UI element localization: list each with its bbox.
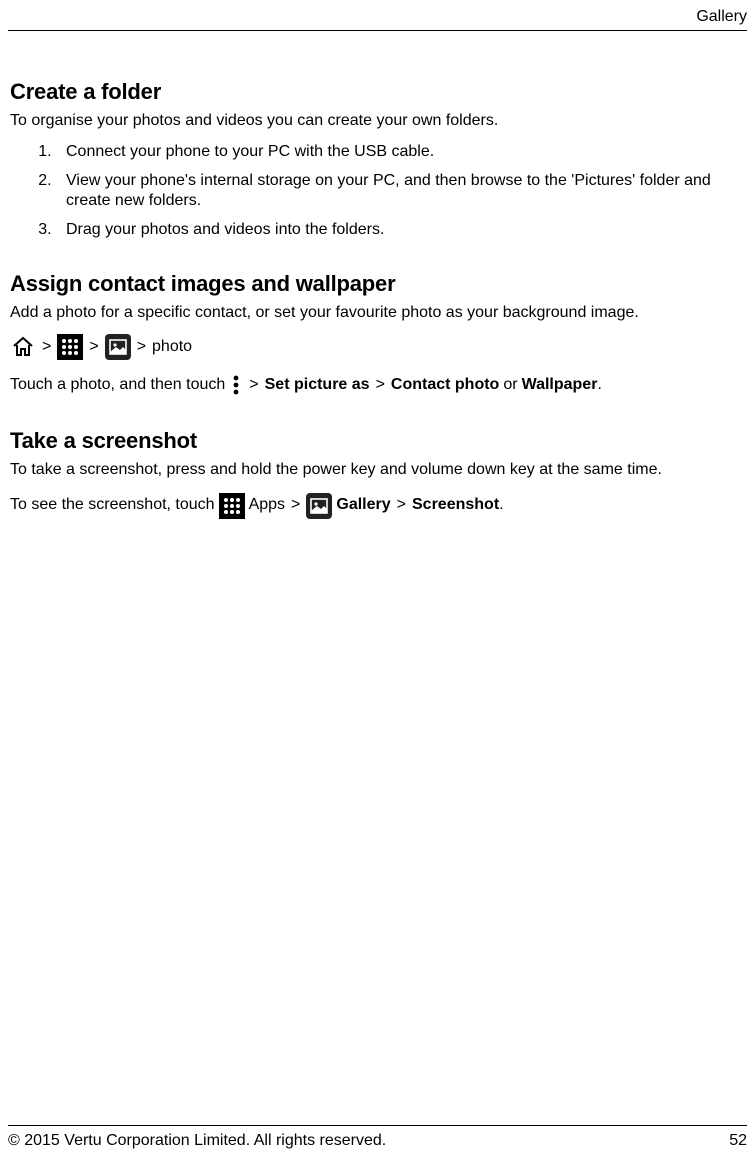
footer-row: © 2015 Vertu Corporation Limited. All ri… [8,1132,747,1150]
text-prefix: Touch a photo, and then touch [10,374,225,396]
separator-gt: > [135,336,148,358]
intro-assign: Add a photo for a specific contact, or s… [10,303,747,324]
separator-gt: > [395,494,408,516]
label-contact-photo: Contact photo [391,374,499,396]
heading-create-folder: Create a folder [10,79,747,105]
header-rule [8,30,747,31]
nav-path-assign: > > > photo [10,334,747,360]
header-title: Gallery [696,8,747,25]
apps-grid-icon [219,493,245,519]
footer-rule [8,1125,747,1126]
label-screenshot: Screenshot [412,496,499,513]
step-item: Drag your photos and videos into the fol… [56,220,747,241]
label-wallpaper: Wallpaper [522,376,598,393]
separator-gt: > [40,336,53,358]
separator-gt: > [87,336,100,358]
label-apps: Apps [249,494,285,516]
separator-gt: > [247,374,260,396]
home-icon [10,334,36,360]
nav-tail-photo: photo [152,336,192,358]
apps-grid-icon [57,334,83,360]
overflow-menu-icon [229,372,243,398]
period: . [499,496,503,513]
step-item: Connect your phone to your PC with the U… [56,142,747,163]
period: . [597,376,601,393]
label-set-picture-as: Set picture as [265,374,370,396]
nav-path-screenshot: To see the screenshot, touch Apps > Gall… [10,493,747,519]
section-create-folder: Create a folder To organise your photos … [10,79,747,241]
intro-screenshot: To take a screenshot, press and hold the… [10,460,747,481]
gallery-icon [306,493,332,519]
label-gallery: Gallery [336,494,390,516]
text-or: or [503,374,517,396]
gallery-icon [105,334,131,360]
page-header: Gallery [8,8,747,30]
text-prefix: To see the screenshot, touch [10,494,215,516]
step-item: View your phone's internal storage on yo… [56,171,747,213]
intro-create-folder: To organise your photos and videos you c… [10,111,747,132]
instruction-assign: Touch a photo, and then touch > Set pict… [10,372,747,398]
heading-assign: Assign contact images and wallpaper [10,271,747,297]
heading-screenshot: Take a screenshot [10,428,747,454]
separator-gt: > [289,494,302,516]
section-assign: Assign contact images and wallpaper Add … [10,271,747,398]
page-number: 52 [729,1132,747,1150]
page-content: Create a folder To organise your photos … [8,79,747,519]
separator-gt: > [374,374,387,396]
steps-create-folder: Connect your phone to your PC with the U… [10,142,747,241]
section-screenshot: Take a screenshot To take a screenshot, … [10,428,747,519]
copyright-text: © 2015 Vertu Corporation Limited. All ri… [8,1132,386,1150]
page-footer: © 2015 Vertu Corporation Limited. All ri… [8,1125,747,1150]
